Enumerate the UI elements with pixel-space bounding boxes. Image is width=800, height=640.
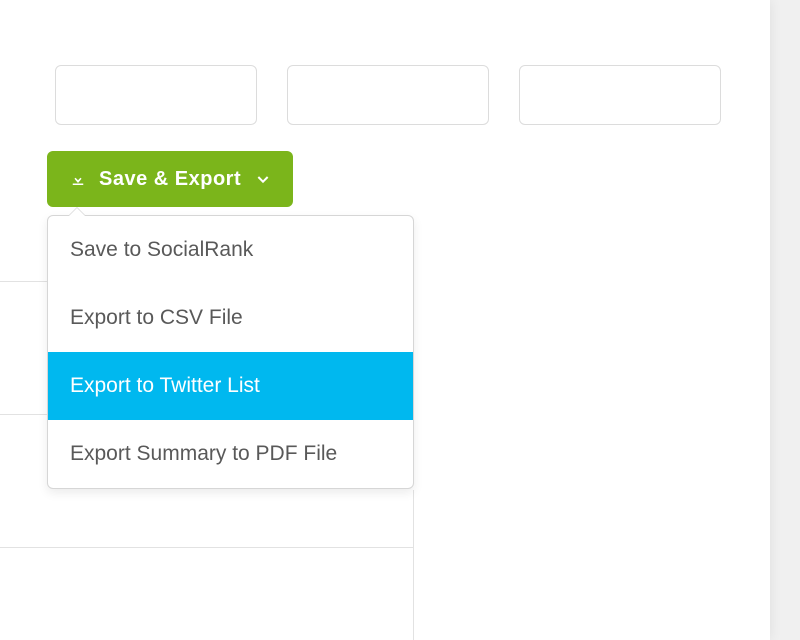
menu-item-label: Export to Twitter List <box>70 374 260 398</box>
row-separator <box>0 547 414 548</box>
menu-item-label: Export to CSV File <box>70 306 243 330</box>
filter-select-1[interactable] <box>55 65 257 125</box>
menu-item-label: Export Summary to PDF File <box>70 442 337 466</box>
menu-item-save-socialrank[interactable]: Save to SocialRank <box>48 216 413 284</box>
filter-row <box>55 65 721 125</box>
download-icon <box>69 170 87 188</box>
filter-select-2[interactable] <box>287 65 489 125</box>
content-card: Save & Export Save to SocialRank Export … <box>0 0 770 640</box>
column-separator <box>413 490 414 640</box>
save-export-menu: Save to SocialRank Export to CSV File Ex… <box>47 215 414 489</box>
save-export-button[interactable]: Save & Export <box>47 151 293 207</box>
menu-item-export-csv[interactable]: Export to CSV File <box>48 284 413 352</box>
chevron-down-icon <box>255 171 271 187</box>
menu-item-export-twitter-list[interactable]: Export to Twitter List <box>48 352 413 420</box>
menu-item-export-pdf-summary[interactable]: Export Summary to PDF File <box>48 420 413 488</box>
filter-select-3[interactable] <box>519 65 721 125</box>
menu-item-label: Save to SocialRank <box>70 238 253 262</box>
save-export-label: Save & Export <box>99 168 241 191</box>
